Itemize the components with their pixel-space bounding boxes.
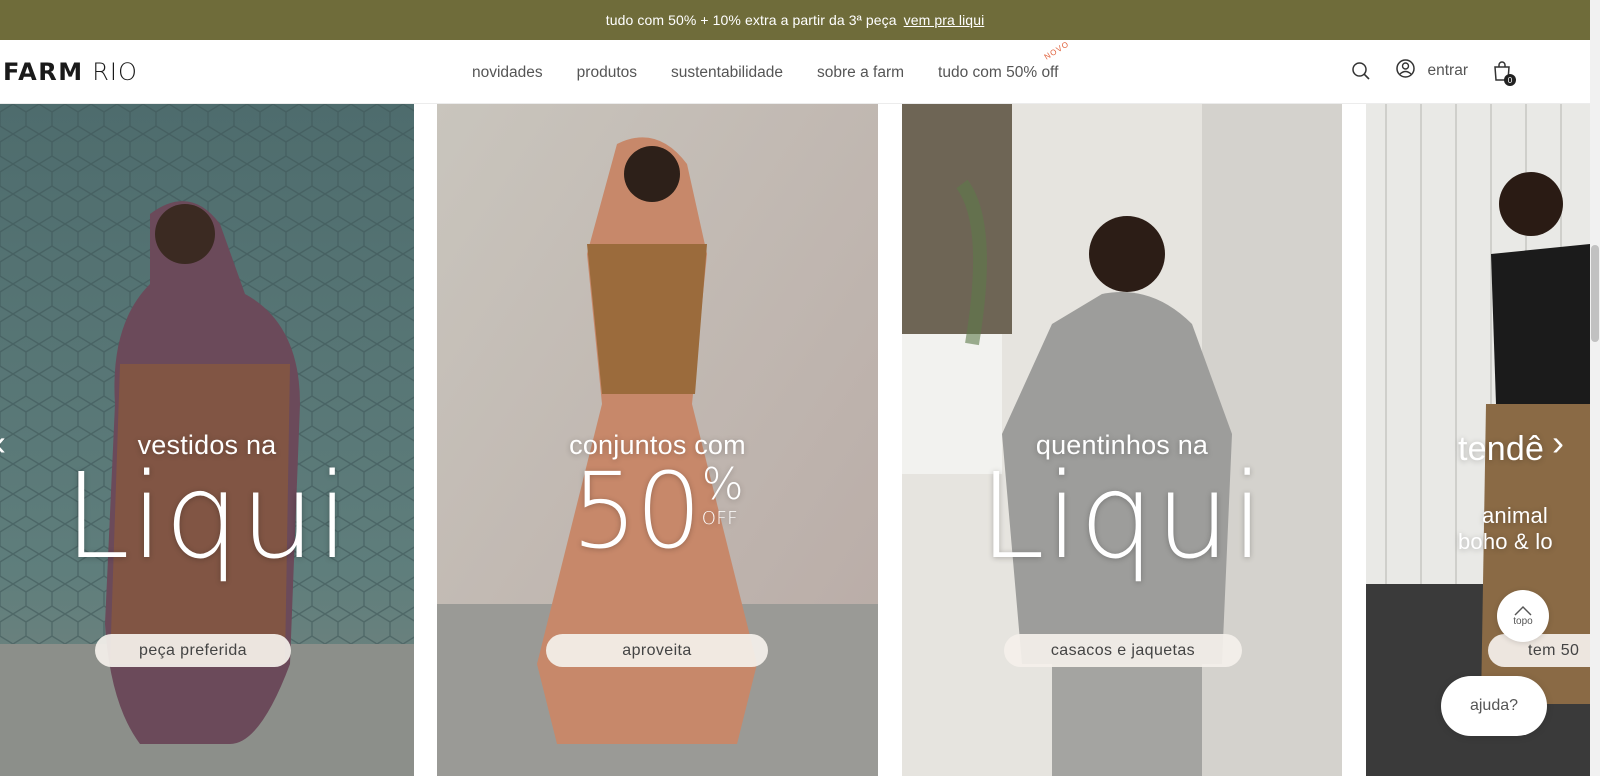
cta-peca-preferida[interactable]: peça preferida: [95, 634, 291, 667]
back-to-top-label: topo: [1513, 615, 1533, 627]
promo-link[interactable]: vem pra liqui: [904, 12, 985, 28]
nav-novidades[interactable]: novidades: [472, 64, 543, 82]
user-icon: [1395, 58, 1416, 84]
back-to-top-button[interactable]: topo: [1497, 590, 1549, 642]
caption-small: tendê: [1458, 430, 1545, 468]
cta-casacos-e-jaquetas[interactable]: casacos e jaquetas: [1004, 634, 1242, 667]
slide-caption: vestidos na Liqui: [0, 430, 414, 585]
login-label: entrar: [1427, 62, 1469, 79]
slide-caption: conjuntos com 50 % OFF: [437, 430, 878, 572]
promo-bar: tudo com 50% + 10% extra a partir da 3ª …: [0, 0, 1590, 40]
chevron-up-icon: [1514, 605, 1532, 615]
hero-carousel: vestidos na Liqui peça preferida conjunt…: [0, 104, 1590, 776]
caption-percent: 50 % OFF: [571, 450, 744, 572]
nav-produtos[interactable]: produtos: [577, 64, 637, 82]
cta-tem-50[interactable]: tem 50: [1488, 634, 1590, 667]
nav-sobre-a-farm[interactable]: sobre a farm: [817, 64, 904, 82]
slide-quentinhos[interactable]: quentinhos na Liqui casacos e jaquetas: [902, 104, 1342, 776]
caption-big: Liqui: [979, 447, 1265, 585]
page-scrollbar[interactable]: [1590, 0, 1600, 776]
search-icon[interactable]: [1351, 61, 1371, 81]
slide-conjuntos[interactable]: conjuntos com 50 % OFF aproveita: [437, 104, 878, 776]
caption-big: Liqui: [64, 447, 350, 585]
logo-rio: RIO: [92, 58, 138, 86]
caption-number: 50: [571, 450, 701, 572]
cart-count: 0: [1504, 74, 1516, 86]
main-nav: novidades produtos sustentabilidade sobr…: [472, 39, 1071, 82]
nav-tudo-com-50-off[interactable]: tudo com 50% off NOVO: [938, 39, 1071, 82]
header-actions: entrar 0: [1351, 58, 1516, 86]
promo-text: tudo com 50% + 10% extra a partir da 3ª …: [605, 12, 897, 28]
logo-farm: FARM: [3, 58, 84, 86]
help-chat-button[interactable]: ajuda?: [1441, 676, 1547, 736]
novo-badge: NOVO: [1042, 39, 1071, 62]
caption-off: OFF: [701, 508, 739, 529]
slide-vestidos[interactable]: vestidos na Liqui peça preferida: [0, 104, 414, 776]
nav-sale-label: tudo com 50% off: [938, 64, 1059, 81]
slide-caption: quentinhos na Liqui: [902, 430, 1342, 585]
bag-icon[interactable]: 0: [1492, 60, 1516, 86]
slide-caption: tendê animal boho & lo: [1458, 430, 1553, 555]
caption-line-2: boho & lo: [1458, 529, 1553, 554]
scrollbar-thumb[interactable]: [1591, 245, 1599, 342]
cta-aproveita[interactable]: aproveita: [546, 634, 768, 667]
login-button[interactable]: entrar: [1395, 58, 1469, 84]
site-header: FARM RIO novidades produtos sustentabili…: [0, 39, 1590, 104]
caption-percent-sign: %: [701, 459, 744, 510]
brand-logo[interactable]: FARM RIO: [3, 58, 138, 86]
caption-line-1: animal: [1482, 503, 1549, 528]
carousel-prev-icon[interactable]: ‹: [0, 422, 6, 464]
nav-sustentabilidade[interactable]: sustentabilidade: [671, 64, 783, 82]
carousel-next-icon[interactable]: ›: [1552, 422, 1564, 464]
